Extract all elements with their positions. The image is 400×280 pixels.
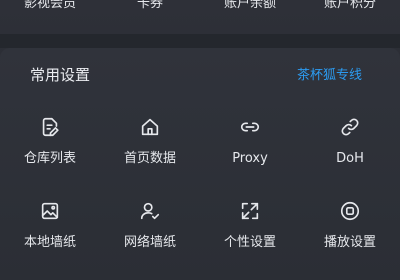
- tile-label: 首页数据: [123, 151, 176, 166]
- vip-membership-link[interactable]: 影视会员: [0, 0, 100, 22]
- special-line-link[interactable]: 茶杯狐专线: [297, 68, 362, 84]
- tile-network-wallpaper[interactable]: 网络墙纸: [100, 192, 200, 276]
- account-shortcuts-row: 影视会员 卡券 账户余额 账户积分: [0, 0, 400, 22]
- tile-playback-settings[interactable]: 播放设置: [300, 192, 400, 276]
- tile-label: 本地墙纸: [23, 235, 76, 250]
- tile-label: Proxy: [232, 151, 268, 166]
- section-title: 常用设置: [30, 66, 91, 84]
- tile-proxy[interactable]: Proxy: [200, 108, 300, 192]
- tile-home-data[interactable]: 首页数据: [100, 108, 200, 192]
- tile-personalization[interactable]: 个性设置: [200, 192, 300, 276]
- tile-repository-list[interactable]: 仓库列表: [0, 108, 100, 192]
- image-icon: [38, 199, 62, 223]
- tile-label: 个性设置: [223, 235, 276, 250]
- settings-grid: 仓库列表 首页数据 Proxy DoH 本地墙纸 网络墙纸 个性设置 播放设置: [0, 108, 400, 276]
- coupons-link[interactable]: 卡券: [100, 0, 200, 22]
- tile-label: DoH: [336, 151, 364, 166]
- expand-arrows-icon: [238, 199, 262, 223]
- section-divider: [0, 34, 400, 48]
- account-balance-link[interactable]: 账户余额: [200, 0, 300, 22]
- user-check-icon: [138, 199, 162, 223]
- tile-label: 播放设置: [323, 235, 376, 250]
- tile-label: 网络墙纸: [123, 235, 176, 250]
- tile-local-wallpaper[interactable]: 本地墙纸: [0, 192, 100, 276]
- link-icon: [238, 115, 262, 139]
- tile-doh[interactable]: DoH: [300, 108, 400, 192]
- account-points-link[interactable]: 账户积分: [300, 0, 400, 22]
- home-icon: [138, 115, 162, 139]
- stop-circle-icon: [338, 199, 362, 223]
- tile-label: 仓库列表: [23, 151, 76, 166]
- chain-link-icon: [338, 115, 362, 139]
- edit-document-icon: [38, 115, 62, 139]
